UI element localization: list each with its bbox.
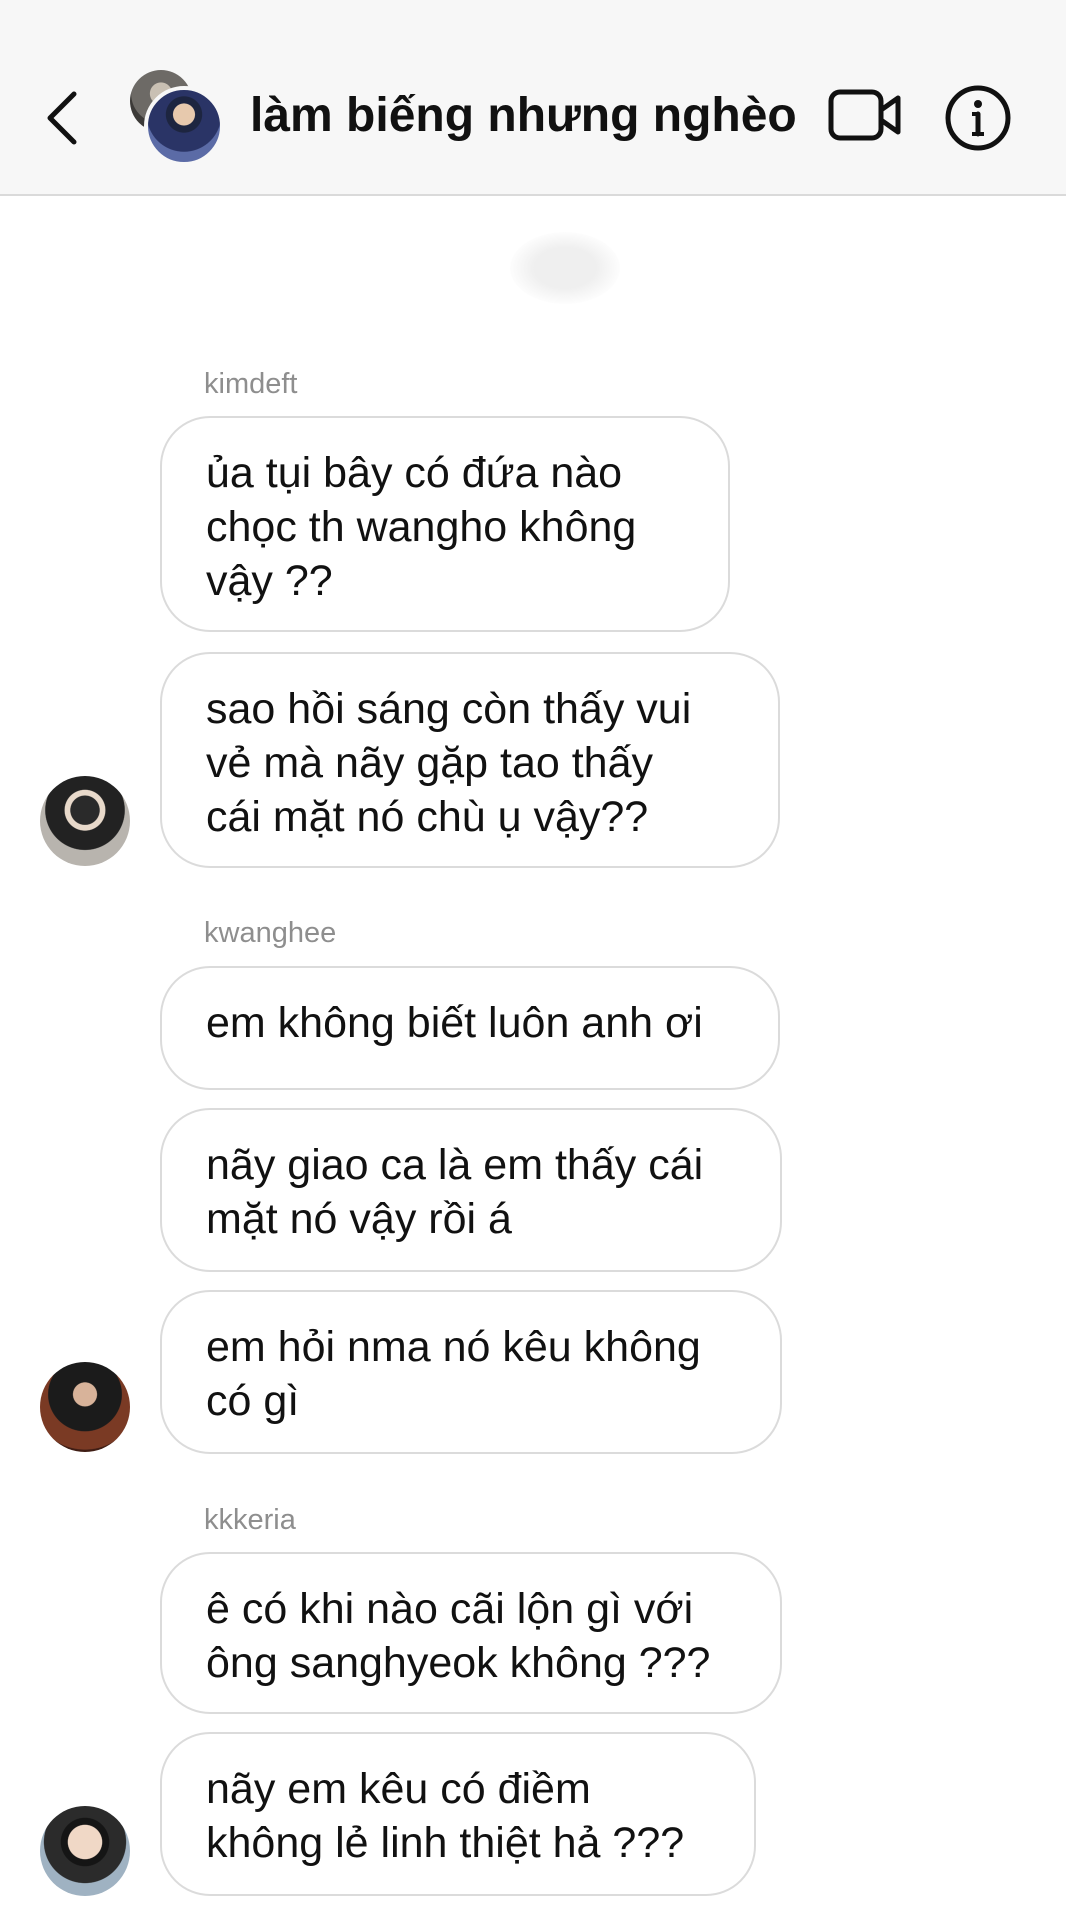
message-line: mặt nó vậy rồi á — [206, 1195, 512, 1243]
message-line: em hỏi nma nó kêu không — [206, 1323, 701, 1371]
message-line: ủa tụi bây có đứa nào — [206, 449, 623, 497]
message-line: cái mặt nó chù ụ vậy?? — [206, 793, 649, 841]
message-bubble[interactable]: sao hồi sáng còn thấy vui vẻ mà nãy gặp … — [160, 652, 780, 868]
message-bubble[interactable]: em không biết luôn anh ơi — [160, 966, 780, 1090]
message-line: sao hồi sáng còn thấy vui — [206, 685, 692, 733]
info-icon — [945, 85, 1011, 151]
message-bubble[interactable]: nãy giao ca là em thấy cái mặt nó vậy rồ… — [160, 1108, 782, 1272]
message-line: vậy ?? — [206, 557, 333, 605]
video-call-button[interactable] — [828, 86, 902, 146]
video-camera-icon — [828, 89, 901, 141]
blurred-placeholder — [510, 232, 620, 304]
message-bubble[interactable]: ủa tụi bây có đứa nào chọc th wangho khô… — [160, 416, 730, 632]
message-line: ê có khi nào cãi lộn gì với — [206, 1585, 694, 1633]
message-bubble[interactable]: nãy em kêu có điềm không lẻ linh thiệt h… — [160, 1732, 756, 1896]
sender-name: kimdeft — [204, 368, 298, 400]
member-avatar — [144, 86, 224, 166]
chat-header: làm biếng nhưng nghèo — [0, 0, 1066, 196]
info-button[interactable] — [944, 84, 1012, 152]
message-line: chọc th wangho không — [206, 503, 637, 551]
sender-name: kkkeria — [204, 1504, 296, 1536]
sender-name: kwanghee — [204, 917, 337, 949]
message-line: nãy em kêu có điềm — [206, 1765, 591, 1813]
message-line: có gì — [206, 1377, 300, 1425]
message-line: ông sanghyeok không ??? — [206, 1639, 711, 1687]
message-bubble[interactable]: ê có khi nào cãi lộn gì với ông sanghyeo… — [160, 1552, 782, 1714]
message-line: em không biết luôn anh ơi — [206, 999, 703, 1047]
message-bubble[interactable]: em hỏi nma nó kêu không có gì — [160, 1290, 782, 1454]
avatar[interactable] — [40, 1806, 130, 1896]
back-button[interactable] — [40, 88, 90, 148]
chat-title[interactable]: làm biếng nhưng nghèo — [250, 88, 797, 143]
message-line: nãy giao ca là em thấy cái — [206, 1141, 704, 1189]
avatar[interactable] — [40, 1362, 130, 1452]
chevron-left-icon — [47, 91, 77, 145]
message-line: không lẻ linh thiệt hả ??? — [206, 1819, 685, 1867]
group-avatar[interactable] — [126, 70, 224, 166]
avatar[interactable] — [40, 776, 130, 866]
message-line: vẻ mà nãy gặp tao thấy — [206, 739, 654, 787]
